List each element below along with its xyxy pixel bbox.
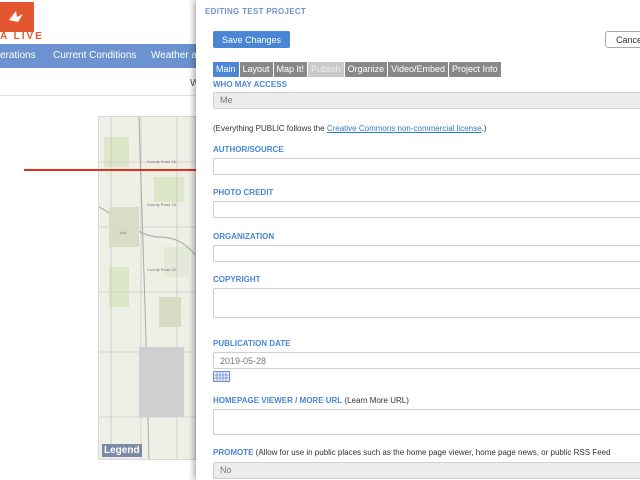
map-label: County Road 20 xyxy=(147,267,176,272)
author-source-label: AUTHOR/SOURCE xyxy=(213,145,284,154)
bird-logo-icon xyxy=(9,11,23,22)
map-town xyxy=(139,347,184,417)
panel-title: EDITING TEST PROJECT xyxy=(205,7,307,16)
tab-organize[interactable]: Organize xyxy=(344,62,388,77)
who-may-access-select[interactable]: Me xyxy=(213,92,640,109)
copyright-input[interactable] xyxy=(213,288,640,318)
who-may-access-label: WHO MAY ACCESS xyxy=(213,80,287,89)
promote-select[interactable]: No xyxy=(213,462,640,479)
map-legend-button[interactable]: Legend xyxy=(102,444,142,457)
site-logo[interactable] xyxy=(0,2,34,32)
nav-item-current-conditions[interactable]: Current Conditions xyxy=(53,50,136,61)
author-source-input[interactable] xyxy=(213,158,640,175)
map-label: County Road 16 xyxy=(147,159,176,164)
publication-date-label: PUBLICATION DATE xyxy=(213,339,291,348)
creative-commons-link[interactable]: Creative Commons non-commercial license xyxy=(327,124,482,133)
license-note-prefix: (Everything PUBLIC follows the xyxy=(213,124,327,133)
public-license-note: (Everything PUBLIC follows the Creative … xyxy=(213,124,486,133)
map-label: Yolo xyxy=(119,230,127,235)
homepage-viewer-label-text: HOMEPAGE VIEWER / MORE URL xyxy=(213,396,343,405)
map-label: County Road 18 xyxy=(147,202,176,207)
nav-item-operations[interactable]: erations xyxy=(0,50,36,61)
tab-project-info[interactable]: Project Info xyxy=(449,62,501,77)
tab-map-it[interactable]: Map It! xyxy=(273,62,308,77)
promote-label: PROMOTE (Allow for use in public places … xyxy=(213,448,611,457)
edit-project-panel: EDITING TEST PROJECT Save Changes Cance … xyxy=(196,0,640,480)
promote-label-text: PROMOTE xyxy=(213,448,254,457)
panel-tabs: Main Layout Map It! Publish Organize Vid… xyxy=(213,62,502,77)
publication-date-input[interactable] xyxy=(213,352,640,369)
divider xyxy=(0,95,196,96)
learn-more-hint: (Learn More URL) xyxy=(342,396,409,405)
homepage-viewer-url-input[interactable] xyxy=(213,409,640,435)
tab-video-embed[interactable]: Video/Embed xyxy=(388,62,448,77)
save-changes-button[interactable]: Save Changes xyxy=(213,31,290,48)
cancel-button[interactable]: Cance xyxy=(605,31,640,48)
photo-credit-label: PHOTO CREDIT xyxy=(213,188,274,197)
tab-publish[interactable]: Publish xyxy=(308,62,344,77)
logo-text: A LIVE xyxy=(0,31,44,42)
red-arrow-annotation xyxy=(24,165,222,175)
nav-item-weather[interactable]: Weather a xyxy=(151,50,197,61)
map-area xyxy=(109,207,139,247)
map-area xyxy=(159,297,181,327)
license-note-suffix: .) xyxy=(481,124,487,133)
tab-layout[interactable]: Layout xyxy=(239,62,273,77)
organization-label: ORGANIZATION xyxy=(213,232,275,241)
organization-input[interactable] xyxy=(213,245,640,262)
homepage-viewer-label: HOMEPAGE VIEWER / MORE URL (Learn More U… xyxy=(213,396,409,405)
calendar-icon[interactable] xyxy=(213,371,230,382)
promote-hint: (Allow for use in public places such as … xyxy=(253,448,611,457)
tab-main[interactable]: Main xyxy=(213,62,239,77)
photo-credit-input[interactable] xyxy=(213,201,640,218)
copyright-label: COPYRIGHT xyxy=(213,275,261,284)
